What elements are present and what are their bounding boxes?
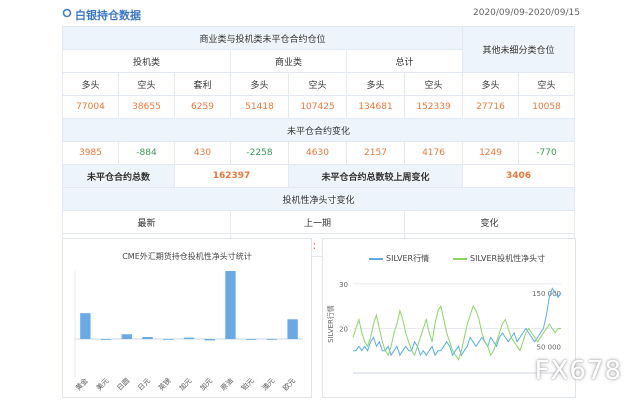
bar-tick-label: 加元 <box>177 376 193 392</box>
change-cell: 1249 <box>462 141 520 165</box>
position-cell: 27716 <box>462 95 520 119</box>
bar-tick-label: 日圆 <box>116 377 132 393</box>
page-title: 白银持仓数据 <box>75 9 141 22</box>
bar-6 <box>204 339 215 341</box>
positions-table: 商业类与投机类未平仓合约仓位 其他未细分类仓位 投机类 商业类 总计 多头 空头… <box>61 26 576 257</box>
bar-2 <box>121 334 132 339</box>
y-axis-label: SILVER行情 <box>326 305 335 343</box>
change-cell: -2258 <box>230 141 289 165</box>
bar-5 <box>183 337 195 339</box>
col-header: 空头 <box>518 72 576 96</box>
bar-3 <box>142 336 153 339</box>
position-cell: 6259 <box>174 95 231 119</box>
position-cell: 152339 <box>403 95 464 119</box>
bar-0 <box>80 313 91 339</box>
oi-change-value: 3406 <box>462 164 576 188</box>
series-line-1 <box>352 304 561 361</box>
bar-tick-label: 铂元 <box>239 376 255 392</box>
bar-tick-label: 欧元 <box>281 376 297 392</box>
bar-tick-label: 英镑 <box>156 376 172 392</box>
position-cell: 10058 <box>518 95 576 119</box>
bar-9 <box>266 339 278 340</box>
sub-header-total: 总计 <box>345 49 464 73</box>
sub-header-comm: 商业类 <box>230 49 347 73</box>
bar-tick-label: 日元 <box>136 377 152 393</box>
bar-tick-label: 澳元 <box>260 376 276 392</box>
net-head-latest: 最新 <box>62 210 231 234</box>
change-section-title: 未平仓合约变化 <box>61 118 576 142</box>
sub-header-spec: 投机类 <box>62 49 231 73</box>
y-tick-left: 20 <box>339 325 348 333</box>
y-tick-right: 50 000 <box>537 343 562 351</box>
bar-4 <box>163 339 174 340</box>
net-head-prev: 上一期 <box>230 210 405 234</box>
net-section-title: 投机性净头寸变化 <box>61 187 576 211</box>
oi-change-label: 未平仓合约总数较上周变化 <box>287 164 464 188</box>
bar-tick-label: 加元 <box>198 376 214 392</box>
bar-tick-label: 美元 <box>94 376 110 392</box>
page-header: 白银持仓数据 2020/09/09-2020/09/15 <box>0 0 640 26</box>
circle-icon <box>62 8 72 18</box>
bar-10 <box>287 319 298 339</box>
y-tick-right: 150 000 <box>532 290 561 298</box>
cot-bar-chart-panel: CME外汇期货持仓投机性净头寸统计 黄金 美元 日圆 日元 英镑 加元 加元 原油 铂元 澳元 欧元 <box>62 238 312 398</box>
position-cell: 77004 <box>62 95 119 119</box>
position-cell: 38655 <box>118 95 175 119</box>
bar-7 <box>225 271 236 339</box>
col-header: 空头 <box>403 72 464 96</box>
change-cell: 2157 <box>346 141 405 165</box>
change-cell: -884 <box>118 141 175 165</box>
col-header: 多头 <box>62 72 119 96</box>
col-header: 多头 <box>462 72 520 96</box>
bar-1 <box>100 339 112 340</box>
changes-row: 3985 -884 430 -2258 4630 2157 4176 1249 … <box>62 141 576 165</box>
bar-chart: 黄金 美元 日圆 日元 英镑 加元 加元 原油 铂元 澳元 欧元 <box>74 271 303 393</box>
bar-tick-label: 原油 <box>219 376 235 392</box>
group-other-header: 其他未细分类仓位 <box>462 26 576 73</box>
position-cell: 107425 <box>288 95 347 119</box>
oi-total-value: 162397 <box>174 164 289 188</box>
change-cell: 3985 <box>62 141 119 165</box>
y-tick-left: 30 <box>339 281 348 289</box>
net-head-change: 变化 <box>403 210 576 234</box>
watermark: FX678 <box>534 356 622 386</box>
change-cell: 430 <box>174 141 231 165</box>
position-cell: 51418 <box>230 95 289 119</box>
group-main-header: 商业类与投机类未平仓合约仓位 <box>61 26 464 50</box>
change-cell: -770 <box>518 141 576 165</box>
col-header: 多头 <box>230 72 289 96</box>
col-header: 空头 <box>118 72 175 96</box>
positions-row: 77004 38655 6259 51418 107425 134681 152… <box>62 95 576 119</box>
col-header: 空头 <box>288 72 347 96</box>
position-cell: 134681 <box>346 95 405 119</box>
bar-tick-label: 黄金 <box>74 376 90 392</box>
oi-total-label: 未平仓合约总数 <box>62 164 175 188</box>
series-line-0 <box>353 287 562 357</box>
change-cell: 4630 <box>288 141 347 165</box>
column-header-row: 多头 空头 套利 多头 空头 多头 空头 多头 空头 <box>62 72 576 96</box>
col-header: 多头 <box>346 72 405 96</box>
date-range: 2020/09/09-2020/09/15 <box>473 8 580 18</box>
change-cell: 4176 <box>403 141 464 165</box>
col-header: 套利 <box>174 72 231 96</box>
bar-8 <box>246 339 257 340</box>
